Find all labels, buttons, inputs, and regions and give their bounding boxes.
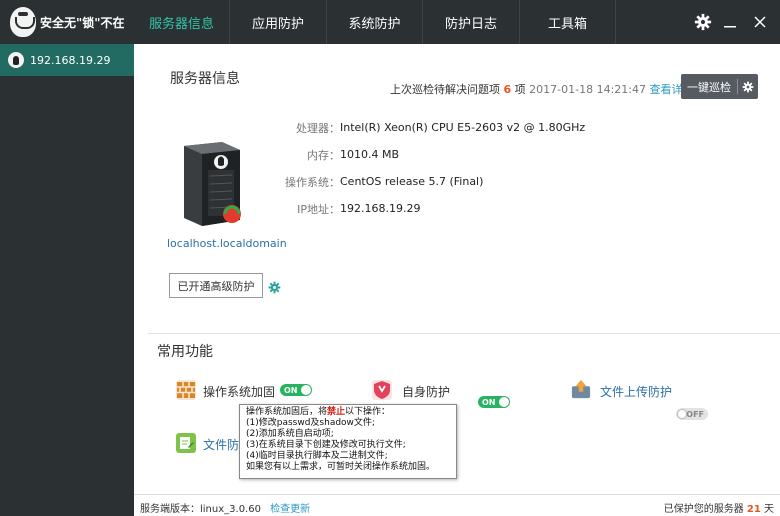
issue-count: 6: [503, 83, 512, 96]
shield-icon: [372, 380, 392, 400]
tooltip-line-1: 操作系统加固后，将禁止以下操作：: [246, 407, 391, 417]
info-row-ip: IP地址： 192.168.19.29: [297, 202, 421, 216]
version-value: linux_3.0.60: [200, 504, 261, 515]
info-row-cpu: 处理器： Intel(R) Xeon(R) CPU E5-2603 v2 @ 1…: [296, 121, 586, 135]
file-edit-icon: [176, 433, 196, 453]
main-panel: 服务器信息 上次巡检待解决问题项 6 项 2017-01-18 14:21:47…: [134, 44, 780, 494]
close-icon[interactable]: [746, 0, 774, 44]
tab-system-protection[interactable]: 系统防护: [327, 0, 423, 44]
self-protection-toggle[interactable]: ON: [478, 396, 510, 408]
minimize-icon[interactable]: [716, 0, 744, 44]
info-row-os: 操作系统： CentOS release 5.7 (Final): [285, 175, 484, 189]
one-click-inspect-button[interactable]: 一键巡检: [681, 74, 758, 99]
title-bar: 安全无"锁"不在 服务器信息 应用防护 系统防护 防护日志 工具箱: [0, 0, 780, 44]
protected-days-unit: 天: [764, 504, 774, 515]
section-divider: [148, 333, 780, 334]
hostname-label: localhost.localdomain: [167, 237, 287, 250]
linux-tux-icon: [8, 52, 24, 68]
tooltip-line-4: (3)在系统目录下创建及修改可执行文件;: [246, 440, 406, 450]
os-hardening-label: 操作系统加固: [203, 385, 276, 399]
tab-toolbox[interactable]: 工具箱: [520, 0, 616, 44]
version-label: 服务端版本：: [140, 504, 200, 515]
status-bar: 服务端版本：linux_3.0.60 检查更新 已保护您的服务器 21 天: [134, 494, 780, 516]
protected-days: 已保护您的服务器 21 天: [664, 500, 774, 515]
tooltip-line-6: 如果您有以上需求，可暂时关闭操作系统加固。: [246, 462, 436, 472]
advanced-settings-gear-icon[interactable]: [268, 281, 281, 297]
mascot-logo-icon: [10, 7, 36, 37]
settings-gear-icon[interactable]: [689, 0, 717, 44]
upload-protection-toggle[interactable]: OFF: [676, 408, 708, 420]
tab-app-protection[interactable]: 应用防护: [230, 0, 327, 44]
os-hardening-toggle[interactable]: ON: [280, 384, 312, 396]
self-protection-label: 自身防护: [402, 385, 451, 399]
page-title: 服务器信息: [170, 71, 240, 87]
logo-slogan: 安全无"锁"不在: [40, 15, 125, 30]
version-info: 服务端版本：linux_3.0.60 检查更新: [140, 500, 310, 515]
issue-unit: 项: [514, 83, 526, 96]
firewall-brick-icon: [176, 380, 196, 400]
inspect-button-label: 一键巡检: [687, 80, 731, 94]
file-protection-label: 文件防: [203, 438, 240, 452]
protected-prefix: 已保护您的服务器: [663, 504, 744, 515]
tooltip-line-5: (4)临时目录执行脚本及二进制文件;: [246, 451, 388, 461]
os-hardening-tooltip: 操作系统加固后，将禁止以下操作： (1)修改passwd及shadow文件; (…: [239, 404, 457, 479]
protected-days-count: 21: [746, 504, 761, 515]
tab-protection-log[interactable]: 防护日志: [423, 0, 520, 44]
server-info-list: 处理器： Intel(R) Xeon(R) CPU E5-2603 v2 @ 1…: [276, 114, 585, 222]
inspect-timestamp: 2017-01-18 14:21:47: [529, 83, 646, 96]
main-nav: 服务器信息 应用防护 系统防护 防护日志 工具箱: [134, 0, 616, 44]
tooltip-line-2: (1)修改passwd及shadow文件;: [246, 418, 375, 428]
info-row-memory: 内存： 1010.4 MB: [307, 148, 400, 162]
advanced-protection-button[interactable]: 已开通高级防护: [169, 273, 263, 298]
app-logo: 安全无"锁"不在: [0, 0, 134, 44]
server-sidebar: 192.168.19.29: [0, 44, 134, 516]
inspect-settings-gear-icon[interactable]: [738, 81, 758, 93]
inspect-summary: 上次巡检待解决问题项 6 项 2017-01-18 14:21:47 查看详情: [390, 81, 693, 97]
server-tower-icon: [178, 140, 248, 231]
tooltip-line-3: (2)添加系统自启动项;: [246, 429, 334, 439]
check-update-link[interactable]: 检查更新: [270, 504, 310, 515]
inspect-prefix: 上次巡检待解决问题项: [390, 83, 500, 96]
common-functions-title: 常用功能: [157, 344, 213, 360]
sidebar-item-server[interactable]: 192.168.19.29: [0, 44, 134, 76]
upload-protection-label: 文件上传防护: [600, 385, 673, 399]
upload-icon: [571, 379, 591, 399]
tab-server-info[interactable]: 服务器信息: [134, 0, 230, 44]
sidebar-item-label: 192.168.19.29: [30, 53, 111, 67]
